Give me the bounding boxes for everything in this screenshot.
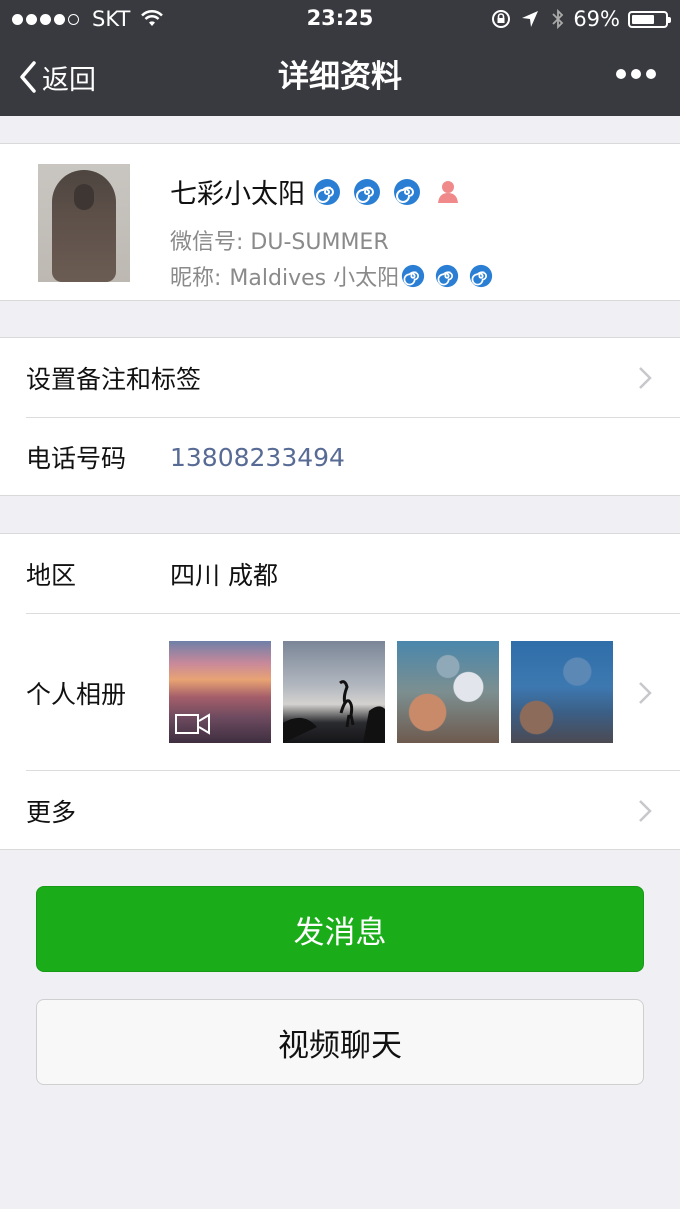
- contact-section: 设置备注和标签 电话号码 13808233494: [0, 337, 680, 496]
- video-chat-button[interactable]: 视频聊天: [36, 999, 644, 1085]
- bluetooth-icon: [552, 8, 564, 30]
- album-label: 个人相册: [26, 679, 127, 709]
- album-photo-sunset[interactable]: [169, 641, 271, 743]
- profile-name: 七彩小太阳: [170, 179, 305, 210]
- spiral-emoji-icon: [354, 178, 380, 205]
- region-label: 地区: [26, 560, 77, 590]
- lock-rotation-icon: [492, 10, 511, 28]
- info-section: 地区 四川 成都 个人相册 更多: [0, 533, 680, 850]
- region-value: 四川 成都: [170, 560, 278, 590]
- album-photo-coral[interactable]: [397, 641, 499, 743]
- phone-row[interactable]: 电话号码 13808233494: [0, 418, 680, 496]
- remark-row[interactable]: 设置备注和标签: [0, 338, 680, 417]
- top-bar: SKT 23:25 69% 返回 详细资料: [0, 0, 680, 116]
- page-title: 详细资料: [278, 59, 402, 95]
- album-thumbnails: [169, 641, 629, 743]
- spiral-emoji-icon: [435, 264, 459, 288]
- chevron-right-icon: [639, 366, 652, 389]
- nickname-value: Maldives 小太阳: [229, 266, 400, 291]
- more-dots-icon[interactable]: [611, 69, 656, 79]
- chevron-right-icon: [639, 799, 652, 822]
- status-bar: SKT 23:25 69%: [0, 0, 680, 38]
- more-label: 更多: [26, 797, 77, 827]
- spiral-emoji-icon: [314, 178, 340, 205]
- battery-percent: 69%: [573, 7, 620, 31]
- avatar[interactable]: [38, 164, 130, 282]
- wechat-id-value: DU-SUMMER: [250, 230, 389, 255]
- region-row: 地区 四川 成都: [0, 534, 680, 613]
- female-icon: [438, 180, 458, 203]
- nickname-label: 昵称:: [170, 266, 222, 291]
- battery-icon: [628, 10, 671, 28]
- profile-name-row: 七彩小太阳: [170, 172, 461, 211]
- phone-label: 电话号码: [26, 444, 127, 473]
- album-row[interactable]: 个人相册: [0, 614, 680, 771]
- send-message-button[interactable]: 发消息: [36, 886, 644, 972]
- more-row[interactable]: 更多: [0, 771, 680, 850]
- profile-card: 七彩小太阳 微信号: DU-SUMMER 昵称: Maldives 小太阳: [0, 143, 680, 301]
- spiral-emoji-icon: [394, 178, 420, 205]
- spiral-emoji-icon: [469, 264, 493, 288]
- album-photo-heron[interactable]: [283, 641, 385, 743]
- wechat-id-label: 微信号:: [170, 230, 244, 255]
- nickname-row: 昵称: Maldives 小太阳: [170, 260, 493, 292]
- nav-bar: 返回 详细资料: [0, 38, 680, 116]
- video-icon: [175, 713, 210, 735]
- wechat-id-row: 微信号: DU-SUMMER: [170, 224, 389, 256]
- location-arrow-icon: [522, 11, 539, 27]
- chevron-right-icon: [639, 681, 652, 704]
- phone-number-link[interactable]: 13808233494: [170, 443, 345, 472]
- remark-label: 设置备注和标签: [26, 364, 202, 394]
- album-photo-reef[interactable]: [511, 641, 613, 743]
- spiral-emoji-icon: [401, 264, 425, 288]
